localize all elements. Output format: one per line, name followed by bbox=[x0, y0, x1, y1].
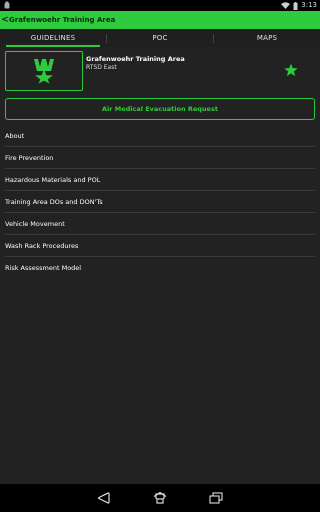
list-item-wash-rack[interactable]: Wash Rack Procedures bbox=[5, 235, 315, 257]
list-item-fire-prevention[interactable]: Fire Prevention bbox=[5, 147, 315, 169]
unit-name: Grafenwoehr Training Area bbox=[86, 55, 185, 63]
unit-insignia-icon bbox=[34, 59, 54, 84]
nav-back-icon[interactable] bbox=[97, 492, 111, 504]
action-bar: < Grafenwoehr Training Area bbox=[0, 11, 320, 29]
status-time: 3:13 bbox=[301, 1, 317, 9]
page-title: Grafenwoehr Training Area bbox=[9, 16, 116, 24]
wifi-icon bbox=[281, 2, 291, 9]
nav-home-icon[interactable] bbox=[153, 492, 167, 504]
nav-recents-icon[interactable] bbox=[209, 492, 223, 504]
unit-insignia-card bbox=[5, 51, 83, 91]
battery-icon bbox=[293, 1, 298, 10]
navigation-bar bbox=[0, 484, 320, 512]
list-item-vehicle-movement[interactable]: Vehicle Movement bbox=[5, 213, 315, 235]
tab-guidelines[interactable]: GUIDELINES bbox=[0, 29, 106, 47]
list-item-risk-assessment[interactable]: Risk Assessment Model bbox=[5, 257, 315, 279]
status-bar: 3:13 bbox=[0, 0, 320, 11]
list-item-about[interactable]: About bbox=[5, 125, 315, 147]
star-icon[interactable] bbox=[284, 63, 298, 77]
android-icon bbox=[4, 1, 10, 9]
list-item-training-area-dos-donts[interactable]: Training Area DOs and DON'Ts bbox=[5, 191, 315, 213]
list-item-hazardous-materials[interactable]: Hazardous Materials and POL bbox=[5, 169, 315, 191]
tab-poc[interactable]: POC bbox=[107, 29, 213, 47]
back-arrow-icon[interactable]: < bbox=[1, 11, 9, 29]
tab-bar: GUIDELINES POC MAPS bbox=[0, 29, 320, 47]
guidelines-list: About Fire Prevention Hazardous Material… bbox=[5, 125, 315, 279]
tab-maps[interactable]: MAPS bbox=[214, 29, 320, 47]
unit-subtitle: RTSD East bbox=[86, 64, 117, 71]
medevac-request-button[interactable]: Air Medical Evacuation Request bbox=[5, 98, 315, 120]
